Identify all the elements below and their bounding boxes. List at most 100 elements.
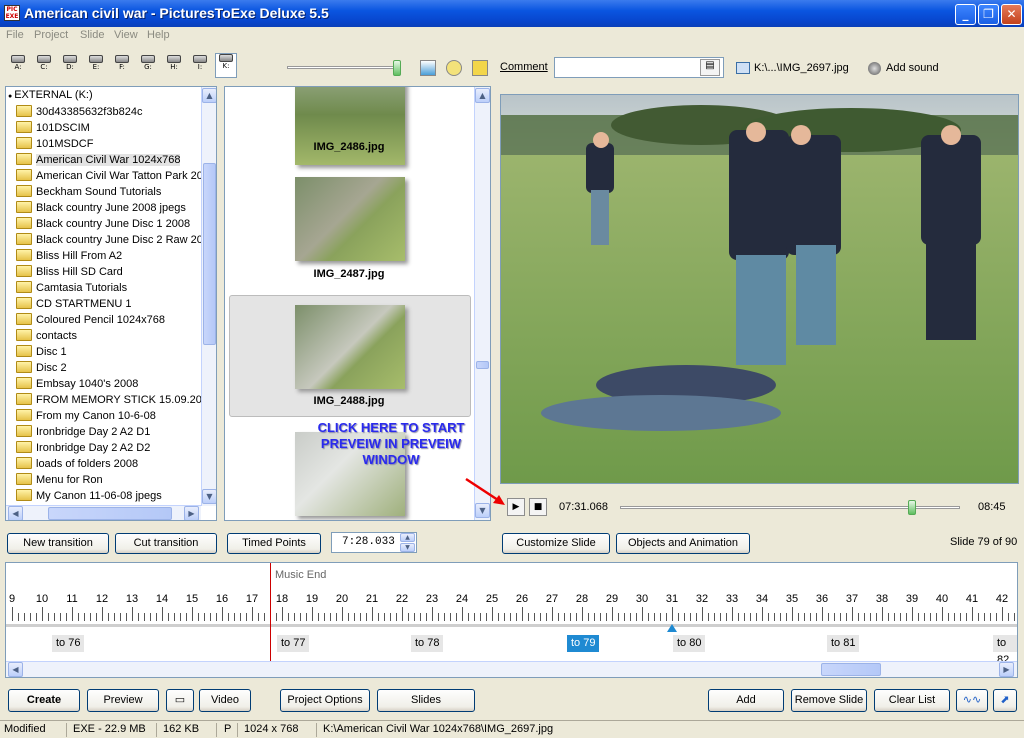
folder-item[interactable]: CD STARTMENU 1 (16, 297, 132, 313)
folder-item[interactable]: Beckham Sound Tutorials (16, 185, 161, 201)
waveform-button[interactable]: ∿∿ (956, 689, 988, 712)
minimize-button[interactable]: _ (955, 4, 976, 25)
scroll-up-button[interactable]: ▲ (475, 88, 490, 103)
folder-item[interactable]: Menu for Ron (16, 473, 103, 489)
scroll-thumb[interactable] (821, 663, 881, 676)
menu-file[interactable]: File (6, 29, 24, 41)
scroll-thumb[interactable] (48, 507, 172, 520)
thumbnail-image[interactable] (295, 87, 405, 165)
customize-slide-button[interactable]: Customize Slide (502, 533, 610, 554)
scroll-left-button[interactable]: ◀ (8, 662, 23, 677)
thumbnail-image[interactable] (295, 177, 405, 261)
clear-list-button[interactable]: Clear List (874, 689, 950, 712)
transition-label[interactable]: to 76 (52, 635, 85, 652)
transition-label[interactable]: to 77 (277, 635, 310, 652)
folder-item[interactable]: Bliss Hill From A2 (16, 249, 122, 265)
remove-slide-button[interactable]: Remove Slide (791, 689, 867, 712)
folder-item[interactable]: Disc 2 (16, 361, 67, 377)
new-transition-button[interactable]: New transition (7, 533, 109, 554)
comment-edit-icon[interactable]: ▤ (700, 59, 720, 76)
video-button[interactable]: Video (199, 689, 251, 712)
thumbnail-image[interactable] (295, 305, 405, 389)
preview-button[interactable]: Preview (87, 689, 159, 712)
open-folder-icon[interactable] (446, 60, 462, 76)
folder-item[interactable]: Coloured Pencil 1024x768 (16, 313, 165, 329)
playback-position-thumb[interactable] (908, 500, 917, 515)
stop-button[interactable]: ■ (529, 498, 547, 516)
expand-button[interactable]: ⬈ (993, 689, 1017, 712)
drive-i-button[interactable]: I: (190, 55, 210, 77)
drive-k-button[interactable]: K: (215, 53, 237, 78)
drive-e-button[interactable]: E: (86, 55, 106, 77)
timed-points-button[interactable]: Timed Points (227, 533, 321, 554)
folder-item[interactable]: loads of folders 2008 (16, 457, 138, 473)
slides-button[interactable]: Slides (377, 689, 475, 712)
menu-view[interactable]: View (114, 29, 138, 41)
scroll-right-button[interactable]: ▶ (999, 662, 1014, 677)
tree-root[interactable]: ● EXTERNAL (K:) (8, 89, 93, 101)
folder-item[interactable]: Bliss Hill SD Card (16, 265, 123, 281)
folder-item[interactable]: Ironbridge Day 2 A2 D2 (16, 441, 150, 457)
folder-item[interactable]: 30d43385632f3b824c (16, 105, 142, 121)
folder-item[interactable]: 101DSCIM (16, 121, 90, 137)
folder-up-icon[interactable] (472, 60, 488, 76)
drive-c-button[interactable]: C: (34, 55, 54, 77)
menu-help[interactable]: Help (147, 29, 170, 41)
add-button[interactable]: Add (708, 689, 784, 712)
folder-item[interactable]: Camtasia Tutorials (16, 281, 127, 297)
timeline-horizontal-scrollbar[interactable]: ◀ ▶ (6, 661, 1017, 677)
folder-item[interactable]: Black country June Disc 1 2008 (16, 217, 190, 233)
transition-label[interactable]: to 82 (993, 635, 1017, 666)
menu-project[interactable]: Project (34, 29, 68, 41)
speaker-icon[interactable] (868, 62, 881, 75)
transition-label[interactable]: to 79 (567, 635, 600, 652)
transition-label[interactable]: to 78 (411, 635, 444, 652)
fullscreen-preview-button[interactable]: ▭ (166, 689, 194, 712)
scroll-down-button[interactable]: ▼ (202, 489, 216, 504)
folder-item[interactable]: American Civil War Tatton Park 200 (16, 169, 209, 185)
close-button[interactable]: ✕ (1001, 4, 1022, 25)
project-options-button[interactable]: Project Options (280, 689, 370, 712)
folder-item[interactable]: American Civil War 1024x768 (16, 153, 181, 169)
timeline-tick-label: 9 (8, 593, 16, 605)
folder-item[interactable]: Black country June 2008 jpegs (16, 201, 186, 217)
spin-up-button[interactable]: ▲ (400, 533, 415, 542)
scroll-left-button[interactable]: ◀ (8, 506, 23, 520)
refresh-icon[interactable] (420, 60, 436, 76)
tree-horizontal-scrollbar[interactable]: ◀ ▶ (6, 505, 201, 520)
folder-item[interactable]: FROM MEMORY STICK 15.09.2007 (16, 393, 214, 409)
comment-input[interactable] (554, 57, 724, 78)
folder-item[interactable]: From my Canon 10-6-08 (16, 409, 156, 425)
drive-g-button[interactable]: G: (138, 55, 158, 77)
folder-item[interactable]: 101MSDCF (16, 137, 93, 153)
objects-animation-button[interactable]: Objects and Animation (616, 533, 750, 554)
drive-d-button[interactable]: D: (60, 55, 80, 77)
thumbnails-vertical-scrollbar[interactable]: ▲ ▼ (474, 87, 490, 520)
scroll-up-button[interactable]: ▲ (202, 88, 216, 103)
menu-slide[interactable]: Slide (80, 29, 104, 41)
spin-down-button[interactable]: ▼ (400, 543, 415, 552)
scroll-thumb[interactable] (476, 361, 489, 369)
add-sound-button[interactable]: Add sound (886, 62, 939, 74)
folder-item[interactable]: My Canon 11-06-08 jpegs (16, 489, 162, 505)
drive-h-button[interactable]: H: (164, 55, 184, 77)
folder-item[interactable]: Black country June Disc 2 Raw 200 (16, 233, 209, 249)
drive-f-button[interactable]: F: (112, 55, 132, 77)
folder-item[interactable]: Embsay 1040's 2008 (16, 377, 138, 393)
transition-label[interactable]: to 80 (673, 635, 706, 652)
scroll-thumb[interactable] (203, 163, 216, 345)
drive-a-button[interactable]: A: (8, 55, 28, 77)
timeline-tick (390, 613, 391, 621)
tree-vertical-scrollbar[interactable]: ▲ ▼ (201, 87, 216, 506)
thumbnail-size-slider-track[interactable] (287, 66, 397, 69)
create-button[interactable]: Create (8, 689, 80, 712)
cut-transition-button[interactable]: Cut transition (115, 533, 217, 554)
thumbnail-size-slider-thumb[interactable] (393, 60, 401, 76)
maximize-button[interactable]: ❐ (978, 4, 999, 25)
folder-item[interactable]: Disc 1 (16, 345, 67, 361)
scroll-right-button[interactable]: ▶ (184, 506, 199, 520)
transition-label[interactable]: to 81 (827, 635, 860, 652)
folder-item[interactable]: Ironbridge Day 2 A2 D1 (16, 425, 150, 441)
play-button[interactable]: ▶ (507, 498, 525, 516)
folder-item[interactable]: contacts (16, 329, 77, 345)
